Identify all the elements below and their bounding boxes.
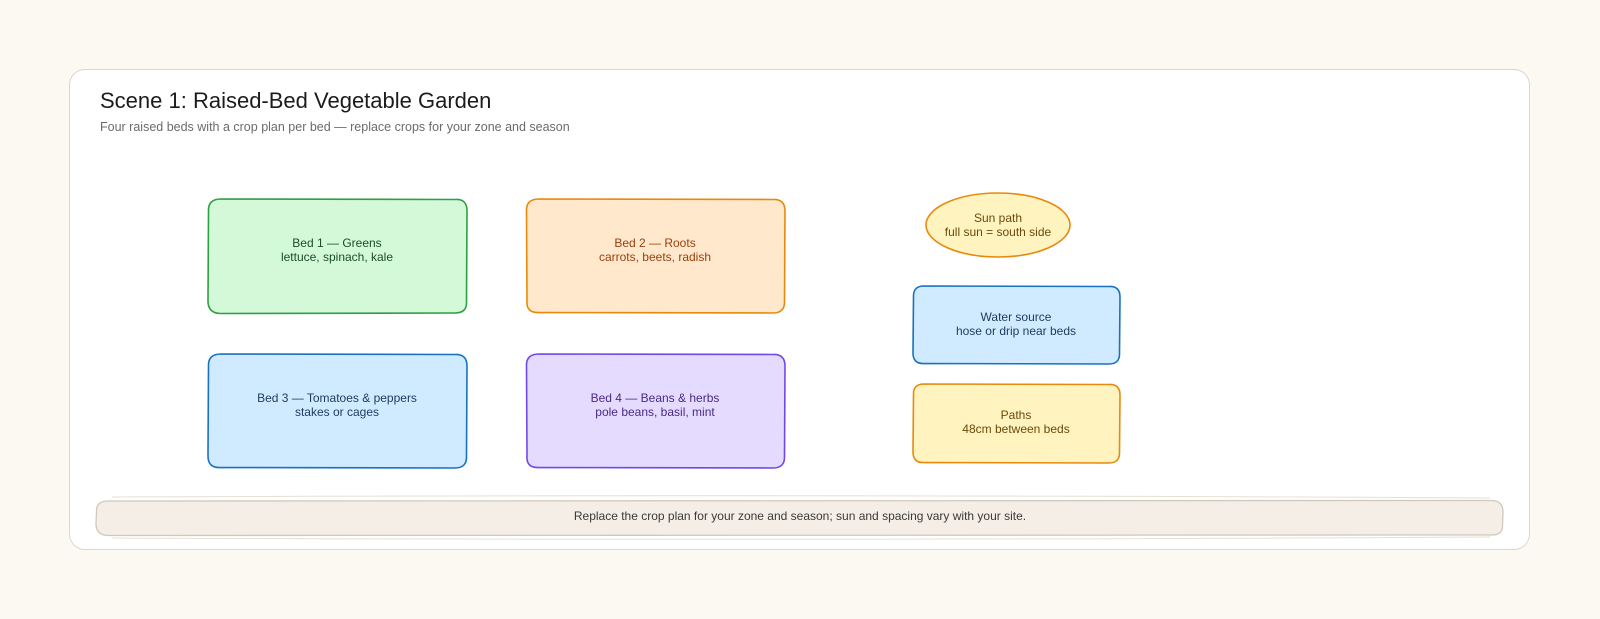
sun-path-node[interactable]: Sun path full sun = south side — [925, 192, 1071, 258]
water-source-detail: hose or drip near beds — [956, 324, 1076, 338]
garden-diagram: Bed 1 — Greens lettuce, spinach, kale Be… — [95, 192, 1504, 540]
footer-sketch-line-bottom — [111, 536, 1491, 540]
footer-note: Replace the crop plan for your zone and … — [95, 495, 1504, 540]
bed-1-detail: lettuce, spinach, kale — [281, 250, 393, 264]
bed-4-detail: pole beans, basil, mint — [595, 405, 715, 419]
bed-3-title: Bed 3 — Tomatoes & peppers — [257, 391, 417, 405]
bed-2-node[interactable]: Bed 2 — Roots carrots, beets, radish — [525, 198, 786, 314]
bed-1-title: Bed 1 — Greens — [292, 236, 381, 250]
paths-detail: 48cm between beds — [962, 422, 1069, 436]
bed-3-detail: stakes or cages — [295, 405, 379, 419]
paths-node[interactable]: Paths 48cm between beds — [912, 383, 1121, 464]
bed-4-title: Bed 4 — Beans & herbs — [591, 391, 720, 405]
bed-2-detail: carrots, beets, radish — [599, 250, 711, 264]
sun-path-detail: full sun = south side — [945, 225, 1052, 239]
footer-sketch-line-top — [111, 495, 1491, 499]
bed-2-title: Bed 2 — Roots — [614, 236, 695, 250]
bed-4-node[interactable]: Bed 4 — Beans & herbs pole beans, basil,… — [525, 353, 786, 469]
paths-title: Paths — [1001, 408, 1032, 422]
sun-path-title: Sun path — [974, 211, 1022, 225]
bed-1-node[interactable]: Bed 1 — Greens lettuce, spinach, kale — [207, 198, 468, 315]
footer-note-text: Replace the crop plan for your zone and … — [574, 509, 1026, 523]
bed-3-node[interactable]: Bed 3 — Tomatoes & peppers stakes or cag… — [207, 353, 468, 469]
water-source-node[interactable]: Water source hose or drip near beds — [912, 285, 1121, 365]
water-source-title: Water source — [981, 310, 1052, 324]
